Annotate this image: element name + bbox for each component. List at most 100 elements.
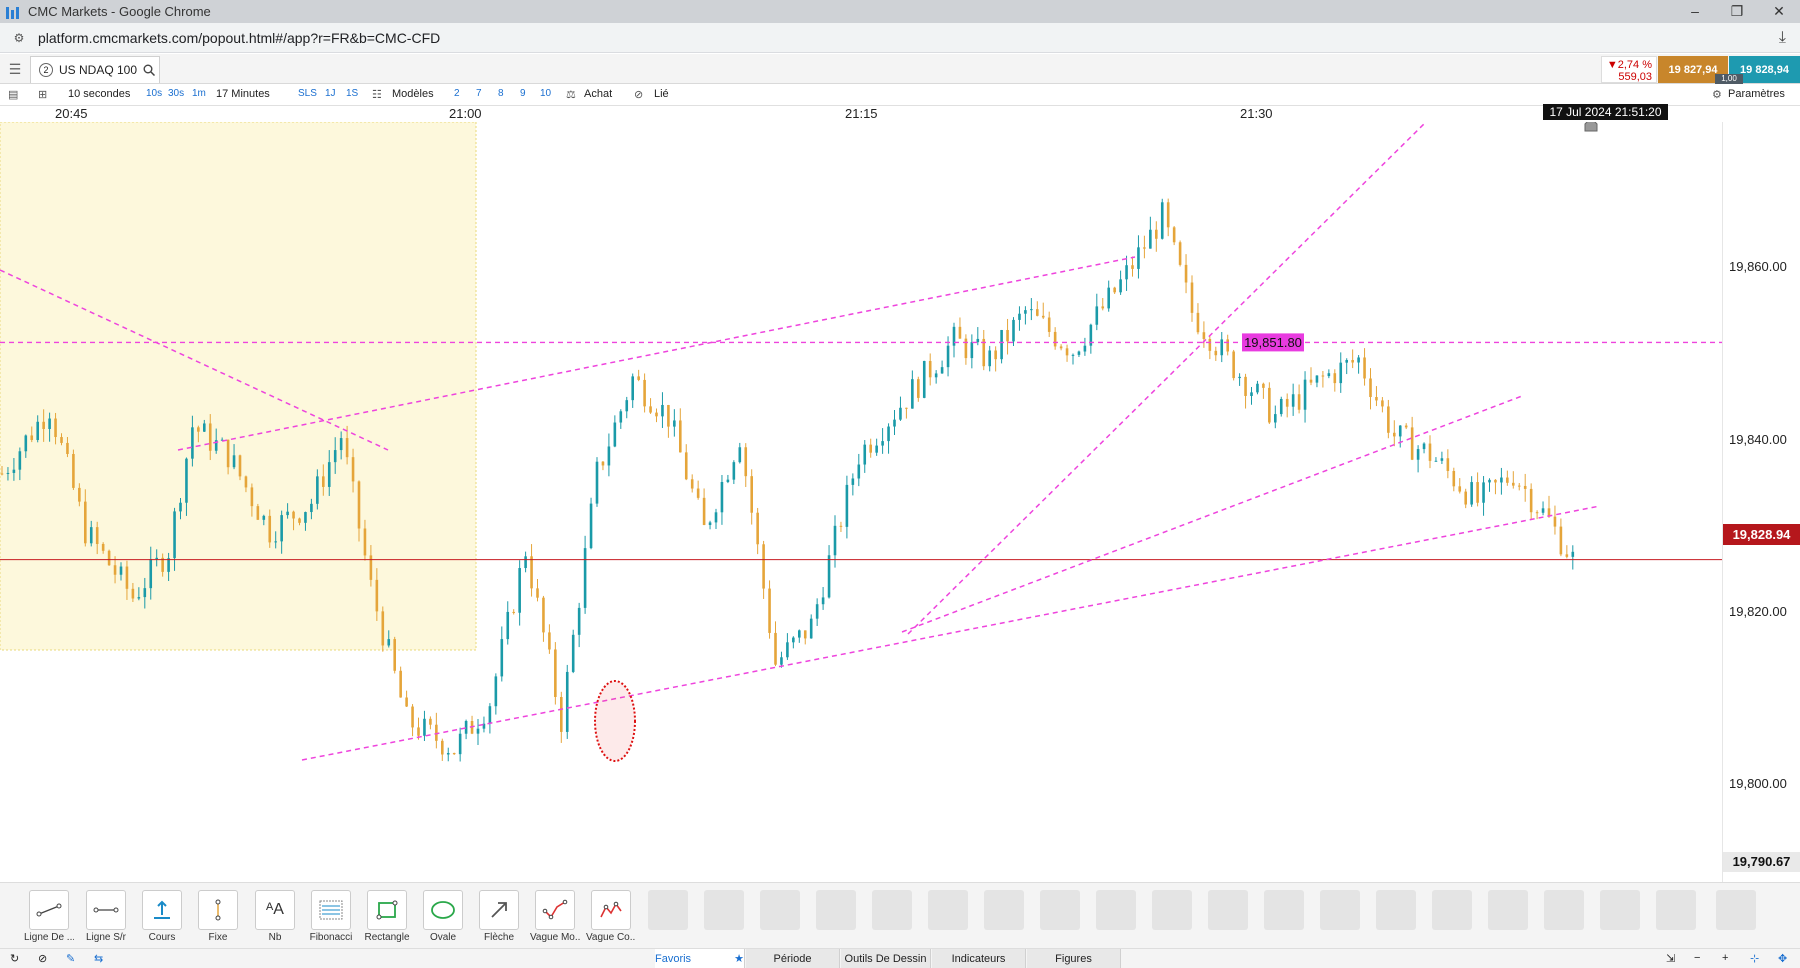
empty-tool-slot[interactable] [1096,890,1136,930]
buy-button[interactable]: Achat [584,88,612,100]
preset-9[interactable]: 9 [520,88,526,99]
candle-body [1262,383,1265,388]
refresh-icon[interactable]: ↻ [10,952,19,965]
tool-sr-line[interactable]: Ligne S/r [81,890,131,943]
candle-body [78,487,81,502]
maximize-icon[interactable]: ❐ [1716,3,1758,20]
close-icon[interactable]: ✕ [1758,3,1800,20]
fit-icon[interactable]: ⇲ [1666,952,1675,965]
candle-body [1250,392,1253,396]
candle-body [1440,458,1444,461]
interval-1m[interactable]: 1m [192,88,206,99]
clear-icon[interactable]: ⊘ [38,952,47,965]
candle-body [768,588,771,633]
candle-body [1309,379,1313,383]
tool-note[interactable]: ᴬA Nb [250,890,300,943]
empty-tool-slot[interactable] [760,890,800,930]
empty-tool-slot[interactable] [1040,890,1080,930]
pan-icon[interactable]: ✥ [1778,952,1787,965]
tool-fibonacci[interactable]: Fibonacci [306,890,356,943]
instrument-tab[interactable]: 2 US NDAQ 100 [30,56,160,83]
empty-tool-slot[interactable] [1208,890,1248,930]
minimize-icon[interactable]: – [1674,3,1716,20]
empty-tool-slot[interactable] [1600,890,1640,930]
templates-button[interactable]: Modèles [392,88,434,100]
search-icon[interactable] [143,64,156,76]
tool-corrective-wave[interactable]: Vague Co... [586,890,636,943]
empty-tool-slot[interactable] [1152,890,1192,930]
tool-rectangle[interactable]: Rectangle [362,890,412,943]
empty-tool-slot[interactable] [928,890,968,930]
zoom-out-icon[interactable]: − [1694,952,1700,964]
interval-30s[interactable]: 30s [168,88,184,99]
download-icon[interactable]: ⤓ [1779,29,1786,47]
empty-tool-slot[interactable] [1656,890,1696,930]
interval-10s[interactable]: 10s [146,88,162,99]
crosshair-icon[interactable]: ⊹ [1750,952,1759,965]
magnet-icon[interactable]: ⇆ [94,952,103,965]
range-sls[interactable]: SLS [298,88,317,99]
candle-body [821,597,825,605]
preset-7[interactable]: 7 [476,88,482,99]
candle-body [1160,202,1164,239]
price-chart[interactable]: 19,851.80 [0,122,1722,882]
zoom-in-icon[interactable]: + [1722,952,1728,964]
empty-tool-slot[interactable] [872,890,912,930]
tab-indicators[interactable]: Indicateurs [932,949,1026,968]
candle-body [66,442,69,454]
tool-price[interactable]: Cours [137,890,187,943]
empty-tool-slot[interactable] [816,890,856,930]
link-icon[interactable]: ⊘ [634,88,643,101]
tab-favorites[interactable]: Favoris ★ [655,949,745,968]
empty-tool-slot[interactable] [984,890,1024,930]
list-icon[interactable]: ▤ [8,88,18,101]
range-1s[interactable]: 1S [346,88,358,99]
candle-body [869,444,872,453]
zoom-select[interactable]: 17 Minutes [216,88,270,100]
empty-tool-slot[interactable] [704,890,744,930]
preset-10[interactable]: 10 [540,88,551,99]
candle-body [946,345,950,368]
empty-tool-slot[interactable] [1432,890,1472,930]
candle-body [571,634,575,672]
candle-body [316,476,319,504]
fibonacci-icon [319,900,343,920]
candle-body [113,565,117,575]
tab-figures[interactable]: Figures [1027,949,1121,968]
tab-period[interactable]: Période [746,949,840,968]
tab-drawing-tools[interactable]: Outils De Dessin [841,949,931,968]
tool-motive-wave[interactable]: Vague Mo... [530,890,580,943]
menu-icon[interactable]: ☰ [6,60,24,78]
tool-fixed[interactable]: Fixe [193,890,243,943]
empty-tool-slot[interactable] [1544,890,1584,930]
candle-body [12,469,16,473]
address-bar[interactable]: ⚙ platform.cmcmarkets.com/popout.html#/a… [0,23,1800,53]
empty-tool-slot[interactable] [1716,890,1756,930]
empty-tool-slot[interactable] [1264,890,1304,930]
empty-tool-slot[interactable] [1376,890,1416,930]
candle-body [458,733,462,755]
trade-icon[interactable]: ⚖ [566,88,576,101]
templates-icon[interactable]: ☷ [372,88,382,101]
tool-oval[interactable]: Ovale [418,890,468,943]
url-text[interactable]: platform.cmcmarkets.com/popout.html#/app… [38,30,440,46]
candle-body [548,632,551,650]
tool-trend-line[interactable]: Ligne De ... [24,890,74,943]
site-info-icon[interactable]: ⚙ [10,30,28,46]
candle-body [798,630,801,638]
settings-button[interactable]: Paramètres [1728,88,1785,100]
empty-tool-slot[interactable] [648,890,688,930]
candle-body [1327,373,1331,377]
pencil-icon[interactable]: ✎ [66,952,75,965]
settings-icon[interactable]: ⚙ [1712,88,1722,101]
time-tick: 21:15 [845,106,878,121]
empty-tool-slot[interactable] [1488,890,1528,930]
preset-8[interactable]: 8 [498,88,504,99]
range-1j[interactable]: 1J [325,88,336,99]
linked-toggle[interactable]: Lié [654,88,669,100]
layout-icon[interactable]: ⊞ [38,88,47,101]
empty-tool-slot[interactable] [1320,890,1360,930]
tool-arrow[interactable]: Flèche [474,890,524,943]
interval-select[interactable]: 10 secondes [68,88,130,100]
preset-2[interactable]: 2 [454,88,460,99]
